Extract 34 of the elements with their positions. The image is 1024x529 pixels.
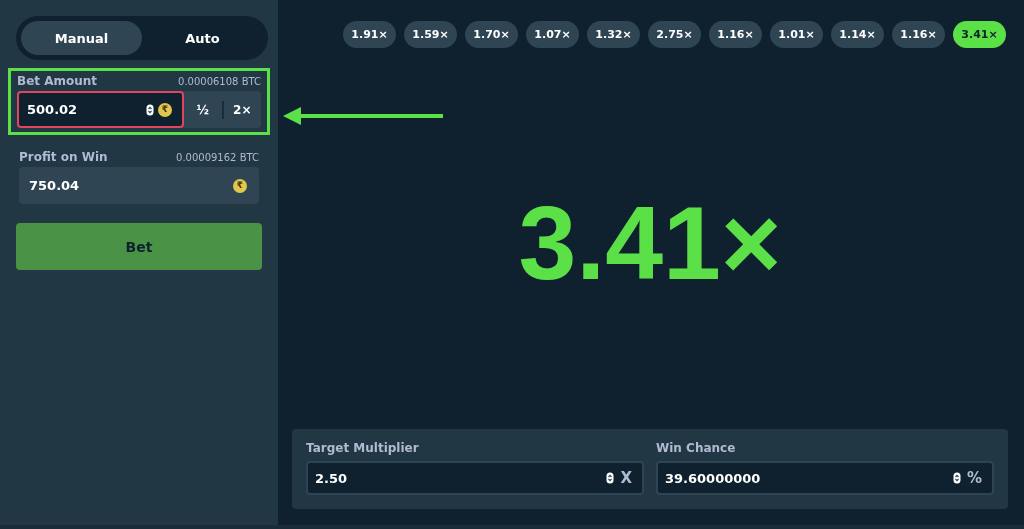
currency-coin-icon: ₹: [158, 102, 172, 117]
mode-tab[interactable]: Auto: [142, 21, 263, 55]
stepper-icon[interactable]: [952, 472, 961, 484]
stepper-icon[interactable]: [146, 103, 154, 116]
unit-label: X: [620, 469, 632, 487]
btc-conversion: 0.00009162 BTC: [176, 151, 259, 163]
stepper-icon[interactable]: [606, 472, 615, 484]
currency-coin-icon: ₹: [233, 178, 247, 193]
multiplier-chip: 1.91×: [343, 21, 396, 48]
bet-amount-field[interactable]: 500.02 ₹: [17, 91, 184, 128]
amount-modifier-button[interactable]: ½: [184, 91, 222, 128]
multiplier-chip: 1.16×: [709, 21, 762, 48]
amount-modifier-button[interactable]: 2×: [223, 91, 261, 128]
multiplier-chip: 1.01×: [770, 21, 823, 48]
multiplier-chip: 1.32×: [587, 21, 640, 48]
field-label: Profit on Win: [19, 150, 108, 164]
field-label: Win Chance: [656, 441, 737, 455]
field-label: Bet Amount: [17, 74, 98, 88]
multiplier-chip: 1.16×: [892, 21, 945, 48]
number-field[interactable]: 2.50 X: [306, 461, 644, 495]
profit-field: 750.04 ₹: [19, 167, 259, 204]
mode-tab[interactable]: Manual: [21, 21, 142, 55]
multiplier-chip: 1.14×: [831, 21, 884, 48]
multiplier-chip: 1.59×: [404, 21, 457, 48]
unit-label: %: [966, 469, 982, 487]
result-multiplier: 3.41×: [518, 184, 782, 303]
multiplier-chip: 1.07×: [526, 21, 579, 48]
multiplier-chip: 3.41×: [953, 21, 1006, 48]
field-label: Target Multiplier: [306, 441, 420, 455]
bet-button[interactable]: Bet: [16, 223, 262, 270]
btc-conversion: 0.00006108 BTC: [178, 75, 261, 87]
multiplier-chip: 2.75×: [648, 21, 701, 48]
multiplier-chip: 1.70×: [465, 21, 518, 48]
number-field[interactable]: 39.60000000 %: [656, 461, 994, 495]
